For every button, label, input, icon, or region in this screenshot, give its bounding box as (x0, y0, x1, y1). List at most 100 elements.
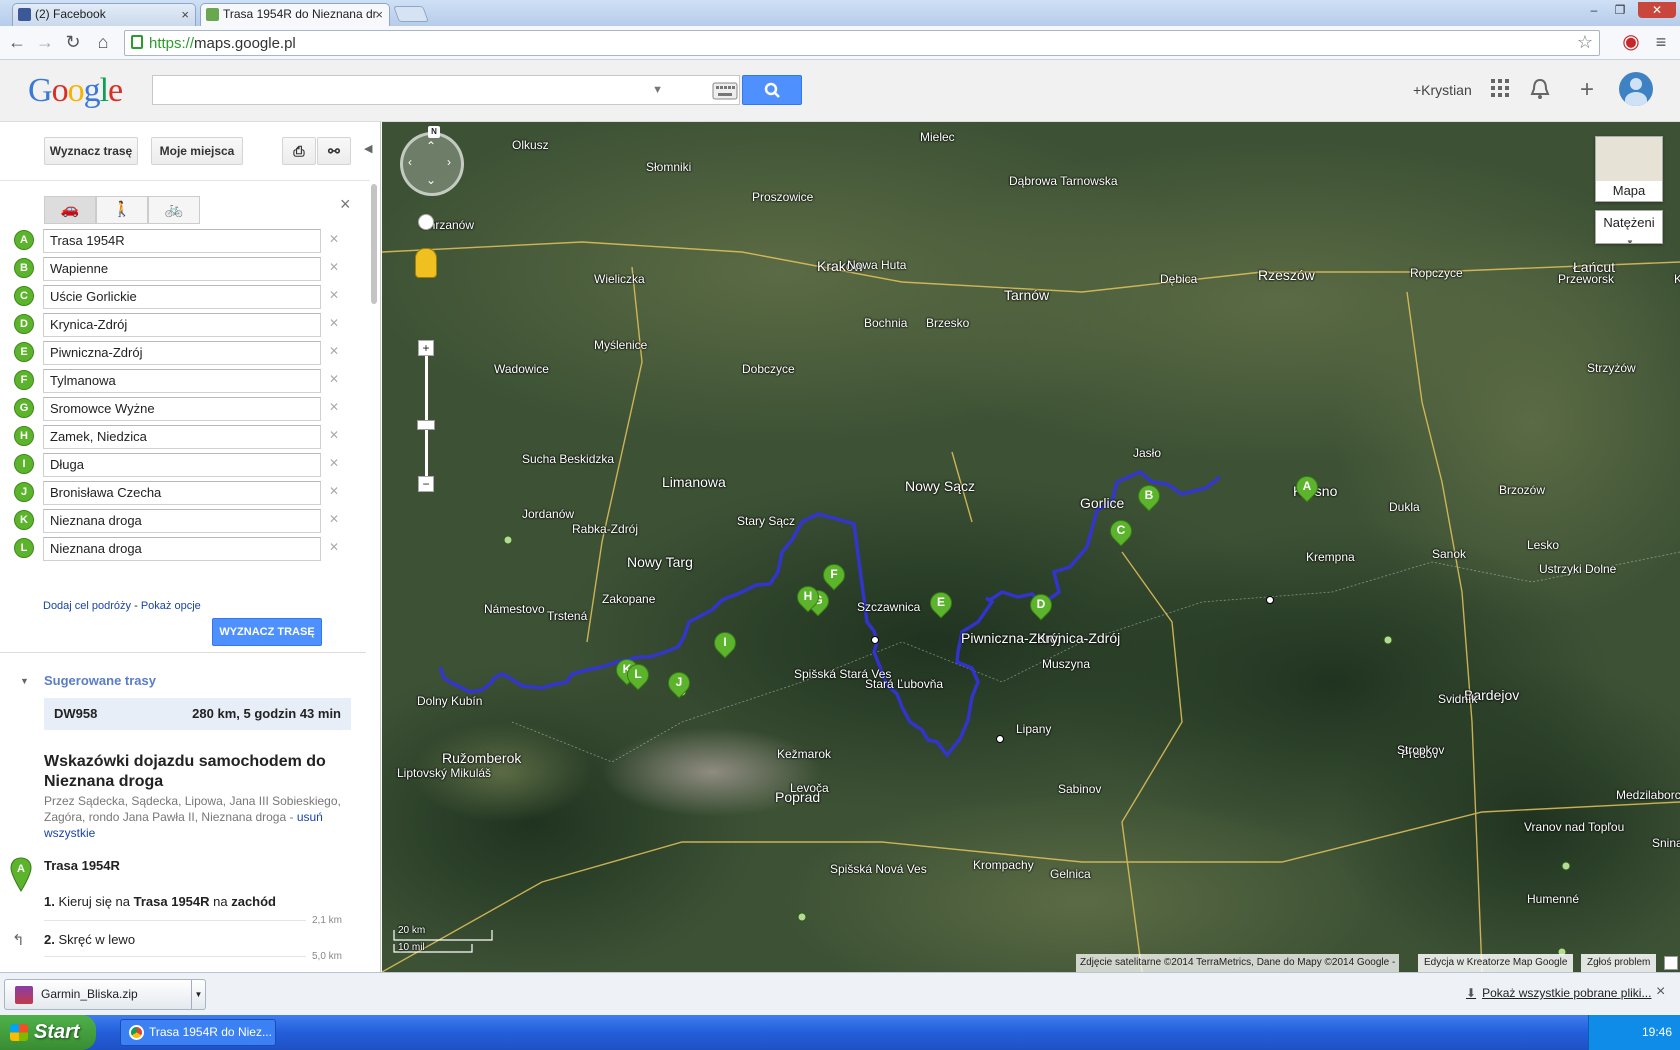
map-waypoint-marker[interactable]: J (663, 667, 695, 706)
panel-scrollbar[interactable] (371, 184, 377, 304)
waypoint-input[interactable]: Tylmanowa (43, 369, 321, 393)
show-options-link[interactable]: Pokaż opcje (141, 600, 201, 612)
report-problem-link[interactable]: Zgłoś problem (1581, 954, 1657, 972)
keyboard-icon[interactable] (710, 78, 740, 104)
print-icon[interactable]: ⎙ (282, 137, 316, 165)
tab-facebook[interactable]: (2) Facebook × (12, 3, 196, 26)
search-button[interactable] (742, 75, 802, 105)
zoom-in-icon[interactable]: + (418, 340, 434, 356)
remove-waypoint-icon[interactable]: ✕ (329, 316, 339, 330)
user-name-link[interactable]: +Krystian (1413, 82, 1472, 98)
edit-map-link[interactable]: Edycja w Kreatorze Map Google (1418, 954, 1574, 972)
dropdown-caret-icon[interactable]: ▼ (652, 84, 663, 96)
pan-down-icon[interactable]: ⌄ (426, 173, 436, 187)
waypoint-input[interactable]: Długa (43, 453, 321, 477)
tab-close-icon[interactable]: × (375, 4, 383, 25)
mode-car-icon[interactable]: 🚗 (44, 196, 96, 224)
address-bar[interactable]: https://maps.google.pl ☆ (124, 30, 1600, 56)
download-item[interactable]: Garmin_Bliska.zip ▼ (4, 979, 206, 1010)
close-downloads-icon[interactable]: × (1656, 983, 1665, 1001)
map-waypoint-marker[interactable]: L (622, 659, 654, 698)
close-directions-icon[interactable]: × (340, 194, 351, 215)
step-2[interactable]: 2. Skręć w lewo (44, 932, 135, 947)
close-window-icon[interactable]: ✕ (1638, 2, 1676, 18)
remove-waypoint-icon[interactable]: ✕ (329, 456, 339, 470)
zoom-out-icon[interactable]: − (418, 476, 434, 492)
new-tab-button[interactable] (393, 6, 429, 22)
start-button[interactable]: Start (0, 1015, 96, 1050)
remove-waypoint-icon[interactable]: ✕ (329, 260, 339, 274)
remove-waypoint-icon[interactable]: ✕ (329, 540, 339, 554)
search-input[interactable]: ▼ (152, 75, 740, 105)
apps-grid-icon[interactable] (1490, 78, 1510, 104)
remove-waypoint-icon[interactable]: ✕ (329, 484, 339, 498)
waypoint-input[interactable]: Nieznana droga (43, 509, 321, 533)
suggested-routes-title[interactable]: Sugerowane trasy (44, 673, 156, 688)
collapse-arrow-icon[interactable]: ▼ (20, 676, 29, 686)
pan-left-icon[interactable]: ‹ (408, 155, 412, 169)
waypoint-input[interactable]: Trasa 1954R (43, 229, 321, 253)
waypoint-input[interactable]: Krynica-Zdrój (43, 313, 321, 337)
bookmark-star-icon[interactable]: ☆ (1577, 32, 1593, 53)
mode-bike-icon[interactable]: 🚲 (148, 196, 200, 224)
get-route-button[interactable]: WYZNACZ TRASĘ (212, 618, 322, 646)
dropdown-caret-icon[interactable]: ▼ (191, 980, 205, 1009)
reload-icon[interactable]: ↻ (62, 31, 84, 53)
waypoint-input[interactable]: Wapienne (43, 257, 321, 281)
map-waypoint-marker[interactable]: B (1133, 480, 1165, 519)
traffic-layer-button[interactable]: Natężeni ▼ (1595, 210, 1663, 244)
remove-waypoint-icon[interactable]: ✕ (329, 428, 339, 442)
menu-icon[interactable]: ≡ (1650, 31, 1672, 53)
tab-close-icon[interactable]: × (181, 4, 189, 25)
zoom-track[interactable] (425, 356, 428, 476)
avatar[interactable] (1619, 72, 1653, 106)
map-type-button[interactable]: Mapa (1595, 136, 1663, 202)
minimize-icon[interactable]: – (1584, 2, 1604, 18)
remove-waypoint-icon[interactable]: ✕ (329, 232, 339, 246)
my-places-button[interactable]: Moje miejsca (151, 137, 243, 165)
map-waypoint-marker[interactable]: I (709, 627, 741, 666)
share-plus-icon[interactable]: + (1580, 76, 1594, 104)
map-waypoint-marker[interactable]: E (925, 587, 957, 626)
extension-icon[interactable]: ◉ (1620, 31, 1642, 53)
remove-waypoint-icon[interactable]: ✕ (329, 344, 339, 358)
remove-waypoint-icon[interactable]: ✕ (329, 372, 339, 386)
add-destination-link[interactable]: Dodaj cel podróży (43, 600, 131, 612)
remove-waypoint-icon[interactable]: ✕ (329, 288, 339, 302)
map-waypoint-marker[interactable]: A (1291, 471, 1323, 510)
map-waypoint-marker[interactable]: H (792, 581, 824, 620)
map-waypoint-marker[interactable]: C (1105, 515, 1137, 554)
remove-waypoint-icon[interactable]: ✕ (329, 512, 339, 526)
step-1[interactable]: 1. Kieruj się na Trasa 1954R na zachód (44, 894, 276, 909)
location-icon[interactable] (418, 214, 434, 230)
get-directions-button[interactable]: Wyznacz trasę (44, 137, 138, 165)
forward-icon[interactable]: → (34, 31, 56, 53)
waypoint-input[interactable]: Bronisława Czecha (43, 481, 321, 505)
map-waypoint-marker[interactable]: D (1025, 589, 1057, 628)
collapse-panel-icon[interactable]: ◀ (364, 142, 372, 155)
fullscreen-icon[interactable] (1664, 956, 1678, 970)
link-icon[interactable]: ⚯ (317, 137, 351, 165)
pan-control[interactable]: N ⌃ ⌄ ‹ › (400, 126, 464, 196)
waypoint-input[interactable]: Sromowce Wyżne (43, 397, 321, 421)
maximize-icon[interactable]: ❐ (1610, 2, 1630, 18)
tab-google-maps[interactable]: Trasa 1954R do Nieznana dr × (200, 3, 390, 26)
suggested-route-item[interactable]: DW958 280 km, 5 godzin 43 min (44, 698, 351, 730)
pan-up-icon[interactable]: ⌃ (426, 139, 436, 153)
waypoint-input[interactable]: Zamek, Niedzica (43, 425, 321, 449)
zoom-handle[interactable] (417, 420, 435, 430)
back-icon[interactable]: ← (6, 31, 28, 53)
pan-right-icon[interactable]: › (447, 155, 451, 169)
show-all-downloads-link[interactable]: ⬇ Pokaż wszystkie pobrane pliki... (1466, 986, 1651, 1000)
taskbar-window-chrome[interactable]: Trasa 1954R do Niez... (120, 1019, 276, 1046)
home-icon[interactable]: ⌂ (92, 31, 114, 53)
mode-walk-icon[interactable]: 🚶 (96, 196, 148, 224)
waypoint-input[interactable]: Piwniczna-Zdrój (43, 341, 321, 365)
notifications-bell-icon[interactable] (1530, 78, 1550, 106)
waypoint-input[interactable]: Nieznana droga (43, 537, 321, 561)
waypoint-input[interactable]: Uście Gorlickie (43, 285, 321, 309)
map-canvas[interactable]: Kraków Nowa Huta Tarnów Dębica Rzeszów Mielec… (382, 122, 1680, 972)
remove-waypoint-icon[interactable]: ✕ (329, 400, 339, 414)
google-logo[interactable]: Google (28, 72, 123, 110)
street-view-pegman-icon[interactable] (415, 248, 437, 278)
